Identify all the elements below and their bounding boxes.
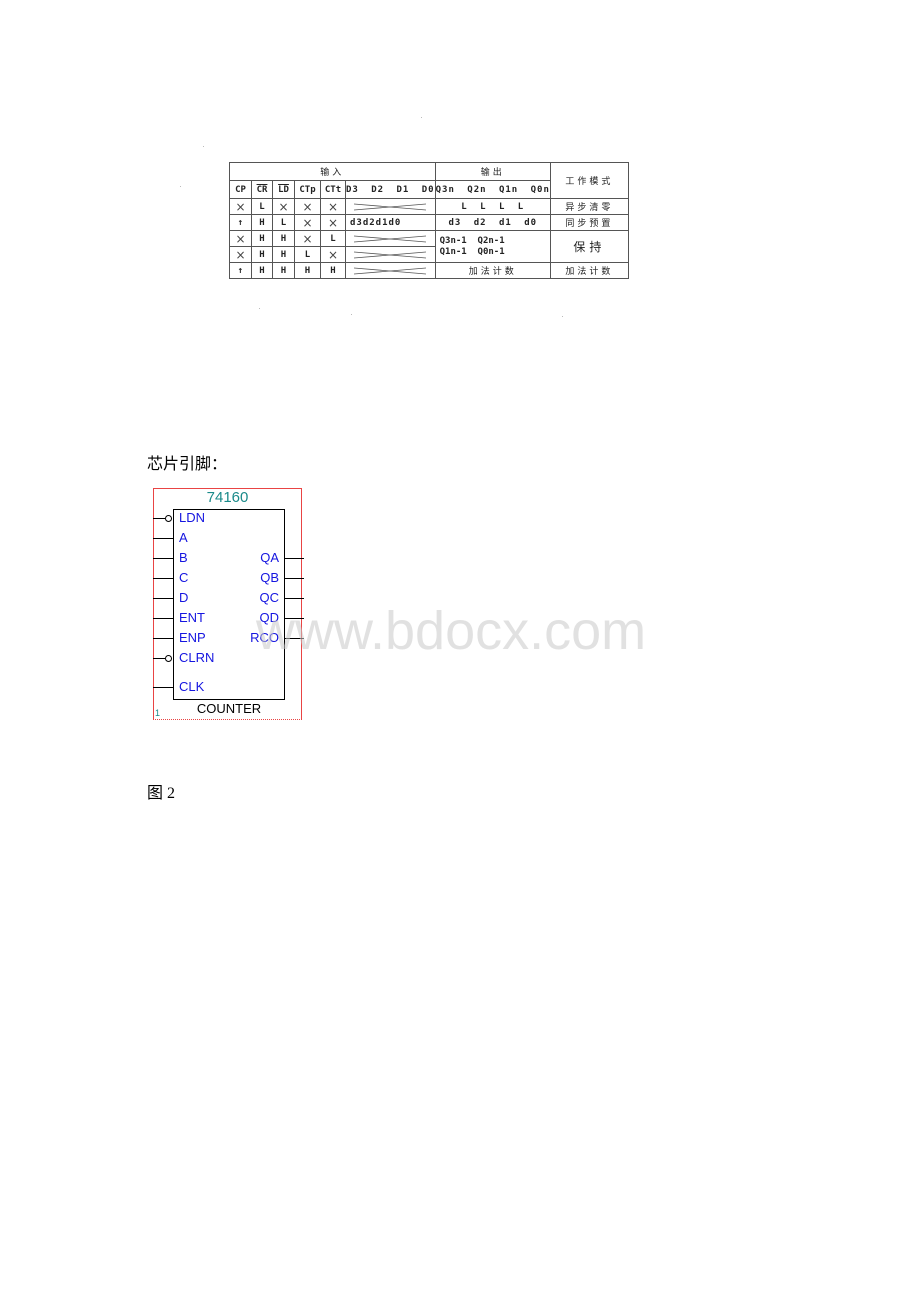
pin-line-b bbox=[153, 558, 173, 559]
pin-label-clk: CLK bbox=[179, 679, 205, 694]
cell-ctp: H bbox=[294, 262, 321, 279]
mode-header: 工作模式 bbox=[549, 162, 629, 199]
cell-ctt: L bbox=[320, 230, 346, 247]
cell-data-dontcare bbox=[345, 262, 436, 279]
pin-line-a bbox=[153, 538, 173, 539]
outputs-header: 输出 bbox=[434, 162, 551, 181]
pin-line-clk bbox=[153, 687, 173, 688]
col-ctt: CTt bbox=[320, 180, 346, 199]
pin-line-d bbox=[153, 598, 173, 599]
dont-care-cross-icon bbox=[354, 235, 427, 242]
pin-line-qc bbox=[285, 598, 304, 599]
dont-care-cross-icon bbox=[354, 267, 427, 274]
pin-label-clrn: CLRN bbox=[179, 650, 215, 665]
chip-instance-number: 1 bbox=[155, 708, 161, 718]
pin-label-ent: ENT bbox=[179, 610, 205, 625]
cell-ld: H bbox=[272, 262, 295, 279]
pin-label-c: C bbox=[179, 570, 189, 585]
hold-outputs-line2: Q1n-1 Q0n-1 bbox=[439, 246, 505, 257]
dont-care-cross-icon bbox=[354, 251, 427, 258]
cell-outputs: d3 d2 d1 d0 bbox=[434, 214, 551, 231]
cell-ctt: H bbox=[320, 262, 346, 279]
truth-table: 输入 输出 工作模式 CP CR LD CTp CTt D3 D2 D1 D0 … bbox=[229, 162, 629, 279]
dont-care-cross-icon bbox=[354, 203, 427, 210]
cell-ctt: × bbox=[320, 246, 346, 263]
pin-label-ldn: LDN bbox=[179, 510, 206, 525]
cell-cr: H bbox=[251, 230, 273, 247]
chip-name: 74160 bbox=[206, 489, 249, 506]
cell-cp: × bbox=[229, 230, 252, 247]
pin-label-enp: ENP bbox=[179, 630, 206, 645]
pin-line-qa bbox=[285, 558, 304, 559]
cell-cr: H bbox=[251, 262, 273, 279]
table-row: × H H × L Q3n-1 Q2n-1 Q1n-1 Q0n-1 保持 bbox=[229, 230, 629, 263]
cell-mode: 同步预置 bbox=[549, 214, 629, 231]
cell-cr: L bbox=[251, 198, 273, 215]
cell-ctp: × bbox=[294, 198, 321, 215]
col-outputs: Q3n Q2n Q1n Q0n bbox=[434, 180, 551, 199]
cell-data: d3d2d1d0 bbox=[345, 214, 436, 231]
pin-line-clrn bbox=[153, 658, 165, 659]
cell-ctt: × bbox=[320, 214, 346, 231]
cell-mode: 异步清零 bbox=[549, 198, 629, 215]
inverter-bubble-icon bbox=[165, 655, 172, 662]
cell-ctp: × bbox=[294, 214, 321, 231]
pin-label-qb: QB bbox=[260, 570, 279, 585]
pin-label-qa: QA bbox=[260, 550, 279, 565]
pin-line-c bbox=[153, 578, 173, 579]
cell-outputs: L L L L bbox=[434, 198, 551, 215]
col-ld: LD bbox=[272, 180, 295, 199]
col-cr: CR bbox=[251, 180, 273, 199]
cell-cp: ↑ bbox=[229, 262, 252, 279]
pin-line-ent bbox=[153, 618, 173, 619]
cell-ld: H bbox=[272, 246, 295, 263]
col-data: D3 D2 D1 D0 bbox=[345, 180, 436, 199]
speck bbox=[421, 117, 422, 118]
cell-cp: × bbox=[229, 198, 252, 215]
pin-line-ldn bbox=[153, 518, 165, 519]
chip-section-label: 芯片引脚： bbox=[147, 456, 228, 473]
pin-label-d: D bbox=[179, 590, 189, 605]
cell-outputs: 加法计数 bbox=[434, 262, 551, 279]
cell-hold-outputs: Q3n-1 Q2n-1 Q1n-1 Q0n-1 bbox=[434, 230, 551, 263]
cell-cr: H bbox=[251, 246, 273, 263]
cell-ld: H bbox=[272, 230, 295, 247]
cell-cp: ↑ bbox=[229, 214, 252, 231]
table-row: ↑ H L × × d3d2d1d0 d3 d2 d1 d0 同步预置 bbox=[229, 214, 629, 231]
cell-cr: H bbox=[251, 214, 273, 231]
speck bbox=[351, 314, 352, 315]
cell-mode: 加法计数 bbox=[549, 262, 629, 279]
inputs-header: 输入 bbox=[229, 162, 436, 181]
speck bbox=[203, 146, 204, 147]
cell-data-dontcare bbox=[345, 246, 436, 263]
speck bbox=[259, 308, 260, 309]
cell-hold-mode: 保持 bbox=[549, 230, 629, 263]
chip-type: COUNTER bbox=[196, 701, 262, 716]
table-group-header-row: 输入 输出 工作模式 bbox=[229, 162, 629, 199]
cell-ld: L bbox=[272, 214, 295, 231]
col-cp: CP bbox=[229, 180, 252, 199]
cell-data-dontcare bbox=[345, 230, 436, 247]
pin-label-a: A bbox=[179, 530, 188, 545]
pin-line-qb bbox=[285, 578, 304, 579]
figure-label: 图 2 bbox=[147, 785, 176, 802]
speck bbox=[180, 186, 181, 187]
cell-ld: × bbox=[272, 198, 295, 215]
hold-outputs-line1: Q3n-1 Q2n-1 bbox=[439, 235, 505, 246]
cell-ctp: × bbox=[294, 230, 321, 247]
inverter-bubble-icon bbox=[165, 515, 172, 522]
col-ctp: CTp bbox=[294, 180, 321, 199]
pin-label-b: B bbox=[179, 550, 188, 565]
speck bbox=[562, 316, 563, 317]
table-row: × L × × × L L L L 异步清零 bbox=[229, 198, 629, 215]
cell-ctt: × bbox=[320, 198, 346, 215]
cell-data-dontcare bbox=[345, 198, 436, 215]
cell-cp: × bbox=[229, 246, 252, 263]
watermark: www.bdocx.com bbox=[256, 601, 647, 661]
pin-line-enp bbox=[153, 638, 173, 639]
cell-ctp: L bbox=[294, 246, 321, 263]
table-row: ↑ H H H H 加法计数 加法计数 bbox=[229, 262, 629, 279]
